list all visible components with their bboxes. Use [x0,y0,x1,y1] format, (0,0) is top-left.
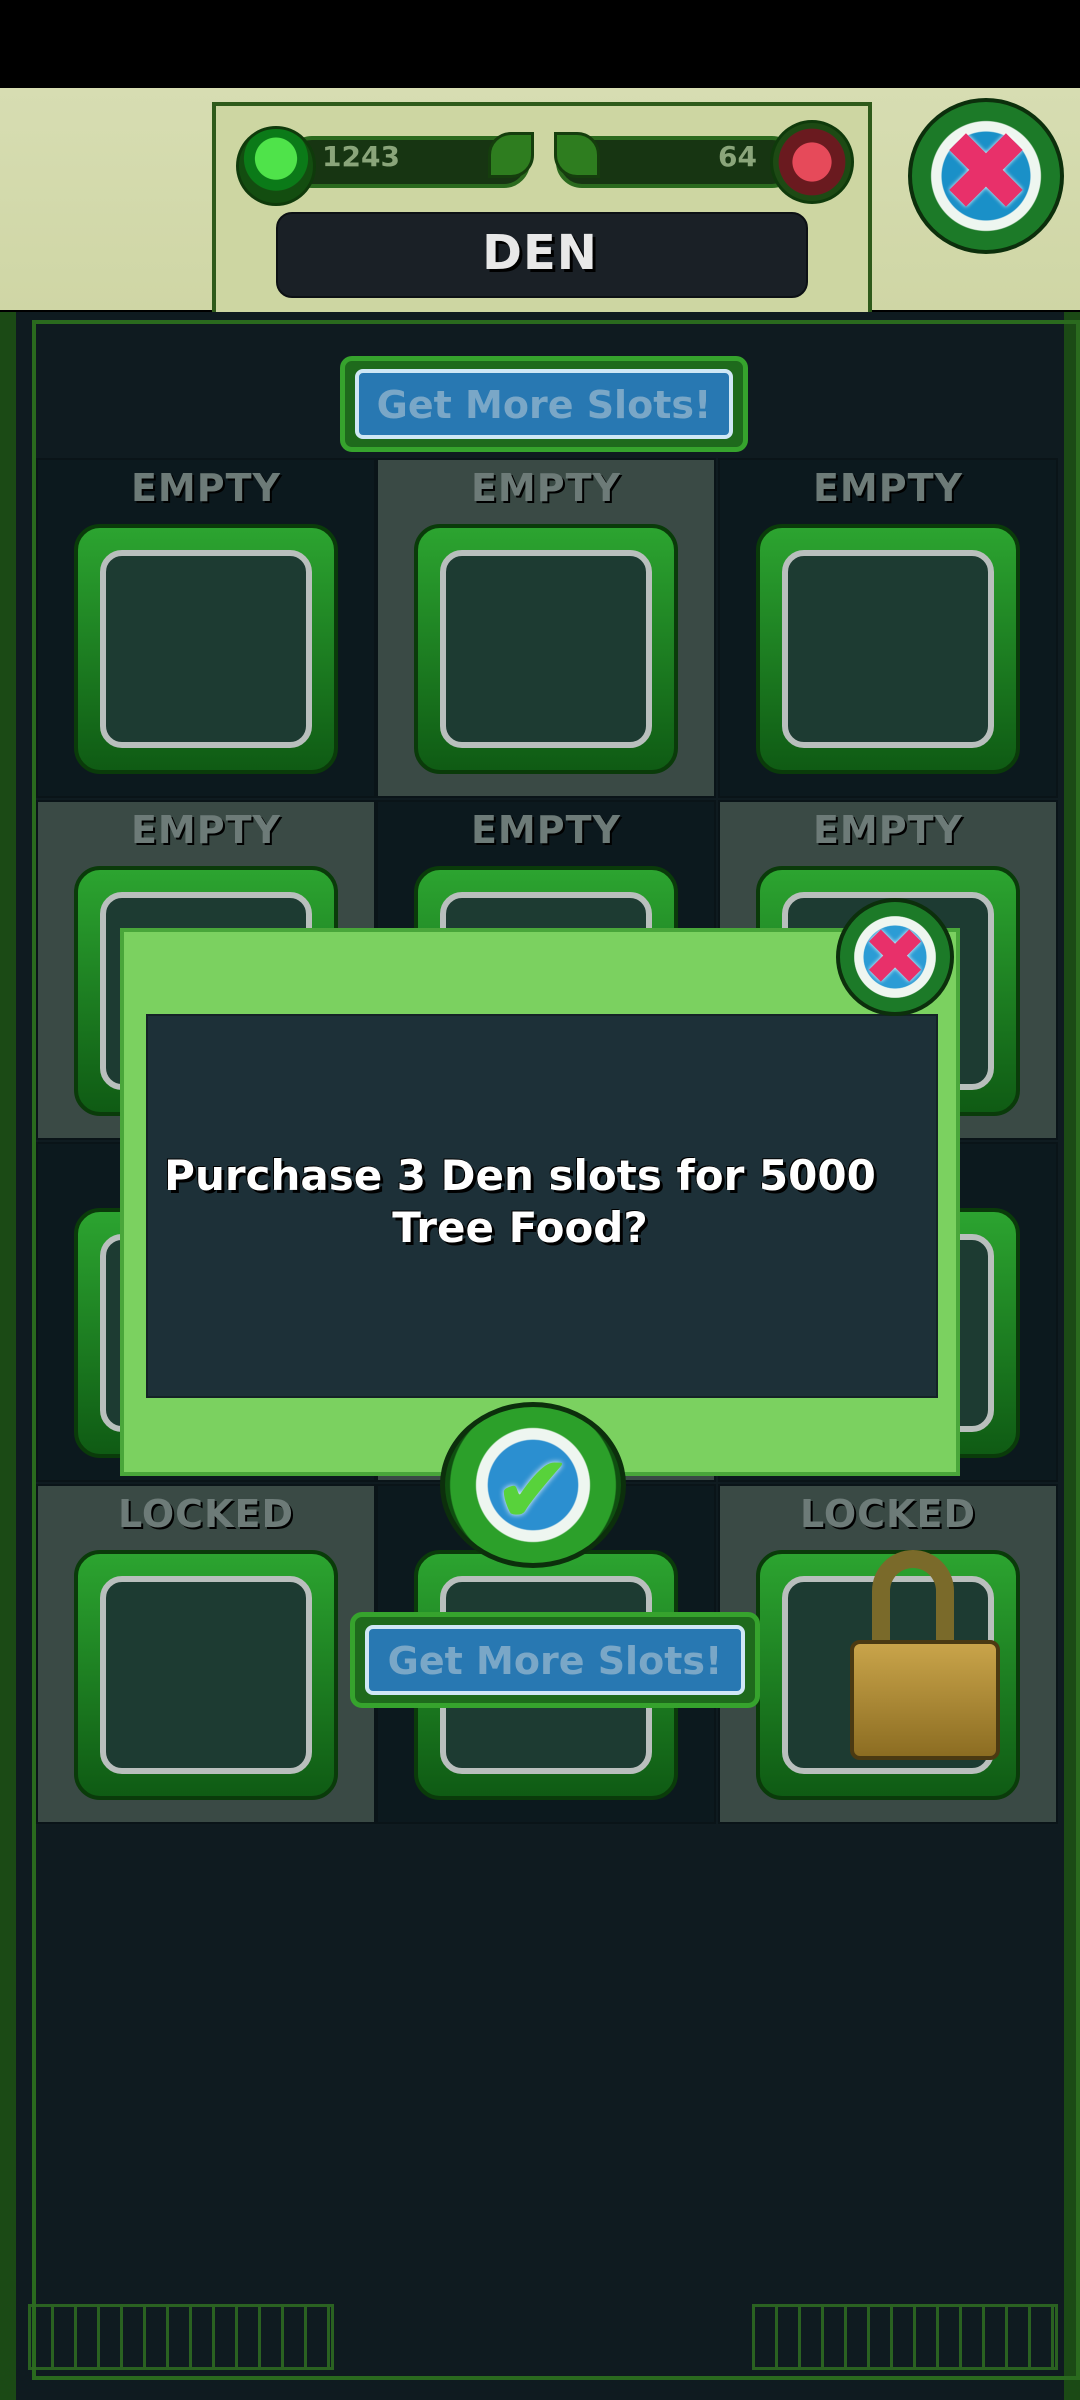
slot-inner [440,550,652,748]
slot-cell[interactable]: EMPTY [376,458,716,798]
slot-frame [74,524,338,774]
slot-cell[interactable]: EMPTY [36,458,376,798]
dialog-close-button[interactable]: ✖ [836,898,954,1016]
close-icon: ✖ [939,108,1033,236]
slot-inner [100,550,312,748]
board-ornament-left [28,2304,334,2370]
gem-count: 64 [718,140,757,173]
slot-label: EMPTY [812,466,964,510]
padlock-icon [850,1550,1000,1766]
slot-label: LOCKED [800,1492,976,1536]
slot-label: EMPTY [130,466,282,510]
slot-label: EMPTY [130,808,282,852]
slot-inner [100,1576,312,1774]
slot-cell[interactable]: EMPTY [718,458,1058,798]
close-icon: ✖ [862,913,928,1003]
padlock-body [850,1640,1000,1760]
status-bar [0,0,1080,88]
slot-cell[interactable]: LOCKED [36,1484,376,1824]
slot-inner [782,550,994,748]
gem-icon [770,120,854,204]
slot-label: LOCKED [118,1492,294,1536]
slot-label: EMPTY [470,466,622,510]
vine-ornament-icon [488,132,534,178]
get-more-slots-label: Get More Slots! [355,369,733,439]
slot-frame [414,524,678,774]
purchase-dialog: Purchase 3 Den slots for 5000 Tree Food? [120,928,960,1476]
dialog-message: Purchase 3 Den slots for 5000 Tree Food? [164,1151,876,1252]
get-more-slots-button[interactable]: Get More Slots! [340,356,748,452]
get-more-slots-label: Get More Slots! [365,1625,745,1695]
get-more-slots-button-bottom[interactable]: Get More Slots! [350,1612,760,1708]
slot-label: EMPTY [470,808,622,852]
tree-food-icon [236,126,316,206]
padlock-shackle [872,1550,954,1646]
tree-food-count: 1243 [322,140,400,173]
slot-frame [756,524,1020,774]
close-button[interactable]: ✖ [908,98,1064,254]
confirm-button[interactable]: ✔ [440,1402,626,1568]
slot-label: EMPTY [812,808,964,852]
slot-frame [74,1550,338,1800]
checkmark-icon: ✔ [492,1434,574,1546]
page-title: DEN [482,225,598,281]
board-ornament-right [752,2304,1058,2370]
vine-ornament-icon [554,132,600,178]
